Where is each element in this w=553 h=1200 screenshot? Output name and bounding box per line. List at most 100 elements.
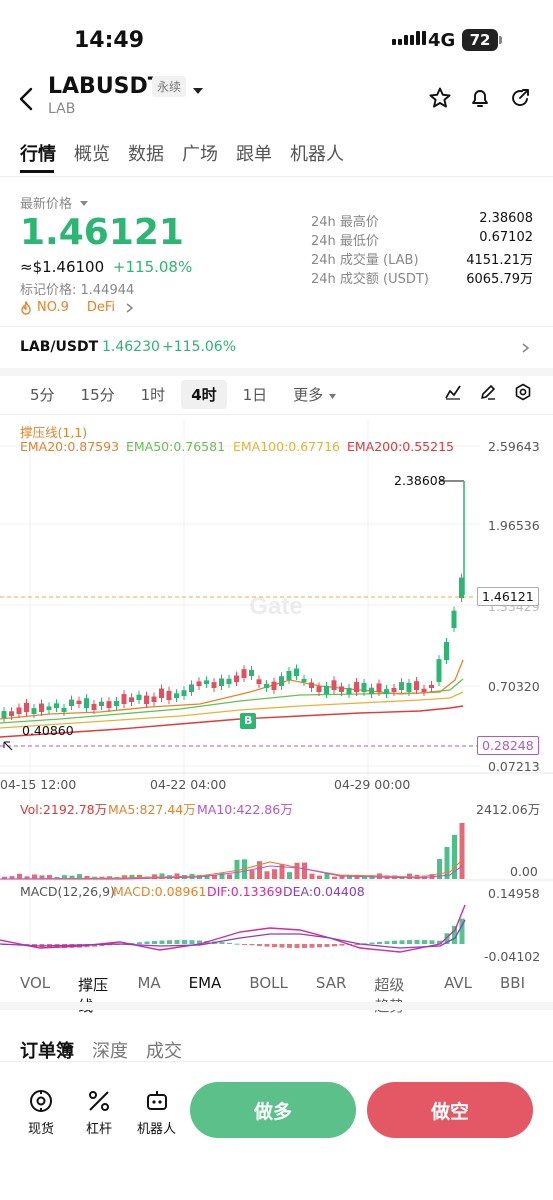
macd-bar <box>167 940 172 944</box>
price-change: +115.08% <box>112 258 193 276</box>
x-tick: 04-22 04:00 <box>150 777 227 792</box>
indicator-icon[interactable] <box>444 383 462 405</box>
sector-tag: DeFi <box>86 300 115 315</box>
latest-price-text: 最新价格 <box>20 197 73 212</box>
ma10-label: MA10:422.86万 <box>197 802 293 817</box>
interval-1h[interactable]: 1时 <box>131 380 176 409</box>
macd-bar <box>189 940 195 944</box>
tab-underline <box>20 170 54 173</box>
ema100-label: EMA100:0.67716 <box>233 439 340 454</box>
candle-body <box>189 684 194 692</box>
macd-bar <box>219 942 225 944</box>
ma5-label: MA5:827.44万 <box>108 802 196 817</box>
macd-bar <box>414 940 420 944</box>
kline-chart[interactable]: Gate 撑压线(1,1) EMA20:0.87593 EMA50:0.7658… <box>0 415 553 970</box>
macd-bar <box>174 940 180 944</box>
candle-body <box>84 698 89 708</box>
latest-price-label[interactable]: 最新价格 <box>20 193 89 212</box>
macd-bar <box>234 943 240 945</box>
candle-body <box>249 669 254 676</box>
candle-body <box>301 678 307 682</box>
interval-5m[interactable]: 5分 <box>20 380 65 409</box>
caret-down-icon <box>80 201 89 206</box>
candle-body <box>99 701 104 706</box>
stat-volume-label: 24h 成交量 (LAB) <box>311 253 419 268</box>
candle-body <box>391 687 397 692</box>
macd-bar <box>257 944 262 946</box>
candle-body <box>436 659 442 682</box>
interval-15m[interactable]: 15分 <box>71 380 125 409</box>
spot-nav[interactable]: 现货 <box>28 1088 54 1137</box>
pair-subtitle: LAB <box>48 101 76 117</box>
leverage-nav[interactable]: 杠杆 <box>86 1088 112 1137</box>
interval-more[interactable]: 更多 <box>283 380 347 409</box>
leverage-icon <box>89 1091 109 1111</box>
tab-overview[interactable]: 概览 <box>74 140 110 166</box>
candle-body <box>54 703 59 708</box>
macd-bar <box>324 944 330 947</box>
back-icon[interactable] <box>16 86 38 116</box>
candle-body <box>324 685 329 694</box>
macd-value: MACD:0.08961 <box>113 884 207 899</box>
main-tabs: 行情 概览 数据 广场 跟单 机器人 <box>20 140 362 166</box>
orderbook-tabs: 订单簿 深度 成交 <box>20 1037 200 1063</box>
chart-settings-icon[interactable] <box>514 383 532 405</box>
candle-body <box>399 682 404 690</box>
high-marker: 2.38608 <box>394 473 446 488</box>
volume-bar <box>227 874 232 879</box>
tab-copy-trade[interactable]: 跟单 <box>236 140 272 166</box>
tab-square[interactable]: 广场 <box>182 140 218 166</box>
short-button[interactable]: 做空 <box>367 1082 533 1138</box>
share-icon[interactable] <box>508 86 532 114</box>
candle-body <box>196 681 202 686</box>
chevron-right-icon <box>126 302 134 313</box>
chevron-down-icon[interactable] <box>192 81 204 100</box>
tab-depth[interactable]: 深度 <box>92 1037 128 1063</box>
candle-body <box>69 699 74 706</box>
long-button[interactable]: 做多 <box>190 1082 356 1138</box>
y-tick: 1.96536 <box>488 518 540 533</box>
stat-low-label: 24h 最低价 <box>311 234 379 249</box>
tab-market[interactable]: 行情 <box>20 140 56 166</box>
spot-nav-label: 现货 <box>28 1122 55 1137</box>
macd-bar <box>429 940 435 944</box>
tab-orderbook[interactable]: 订单簿 <box>20 1037 74 1063</box>
x-tick: 04-15 12:00 <box>0 777 77 792</box>
volume-bar <box>332 876 337 879</box>
star-icon[interactable] <box>428 86 452 114</box>
macd-bar <box>227 942 232 944</box>
candle-body <box>256 679 262 684</box>
candle-body <box>369 687 374 694</box>
interval-selector: 5分 15分 1时 4时 1日 更多 <box>20 380 353 409</box>
candle-body <box>106 701 112 708</box>
candle-body <box>136 694 142 700</box>
candle-body <box>429 684 434 688</box>
dif-value: DIF:0.13369 <box>207 884 283 899</box>
candle-body <box>211 682 217 688</box>
candle-body <box>241 669 247 678</box>
macd-bar <box>309 944 315 948</box>
macd-bar <box>339 944 345 946</box>
spot-row[interactable]: LAB/USDT 1.46230 +115.06% <box>0 327 553 367</box>
macd-min: -0.04102 <box>484 949 541 964</box>
macd-bar <box>152 940 157 944</box>
robot-nav[interactable]: 机器人 <box>137 1088 176 1137</box>
status-time: 14:49 <box>74 28 145 53</box>
pair-title[interactable]: LABUSDT <box>48 74 163 99</box>
tab-trades[interactable]: 成交 <box>146 1037 182 1063</box>
candle-body <box>309 682 314 688</box>
spot-change: +115.06% <box>162 339 237 355</box>
interval-1d[interactable]: 1日 <box>233 380 278 409</box>
rank-row[interactable]: NO.9 DeFi <box>20 300 135 315</box>
bell-icon[interactable] <box>468 86 492 114</box>
candle-body <box>181 690 187 696</box>
interval-4h[interactable]: 4时 <box>181 380 227 409</box>
tab-data[interactable]: 数据 <box>128 140 164 166</box>
macd-bar <box>384 941 390 944</box>
candle-body <box>354 682 359 692</box>
candle-body <box>24 702 29 712</box>
draw-tool-icon[interactable] <box>479 383 497 405</box>
tab-robot[interactable]: 机器人 <box>290 140 344 166</box>
stat-turnover-label: 24h 成交额 (USDT) <box>311 272 429 287</box>
stat-low: 24h 最低价 0.67102 <box>311 230 533 249</box>
